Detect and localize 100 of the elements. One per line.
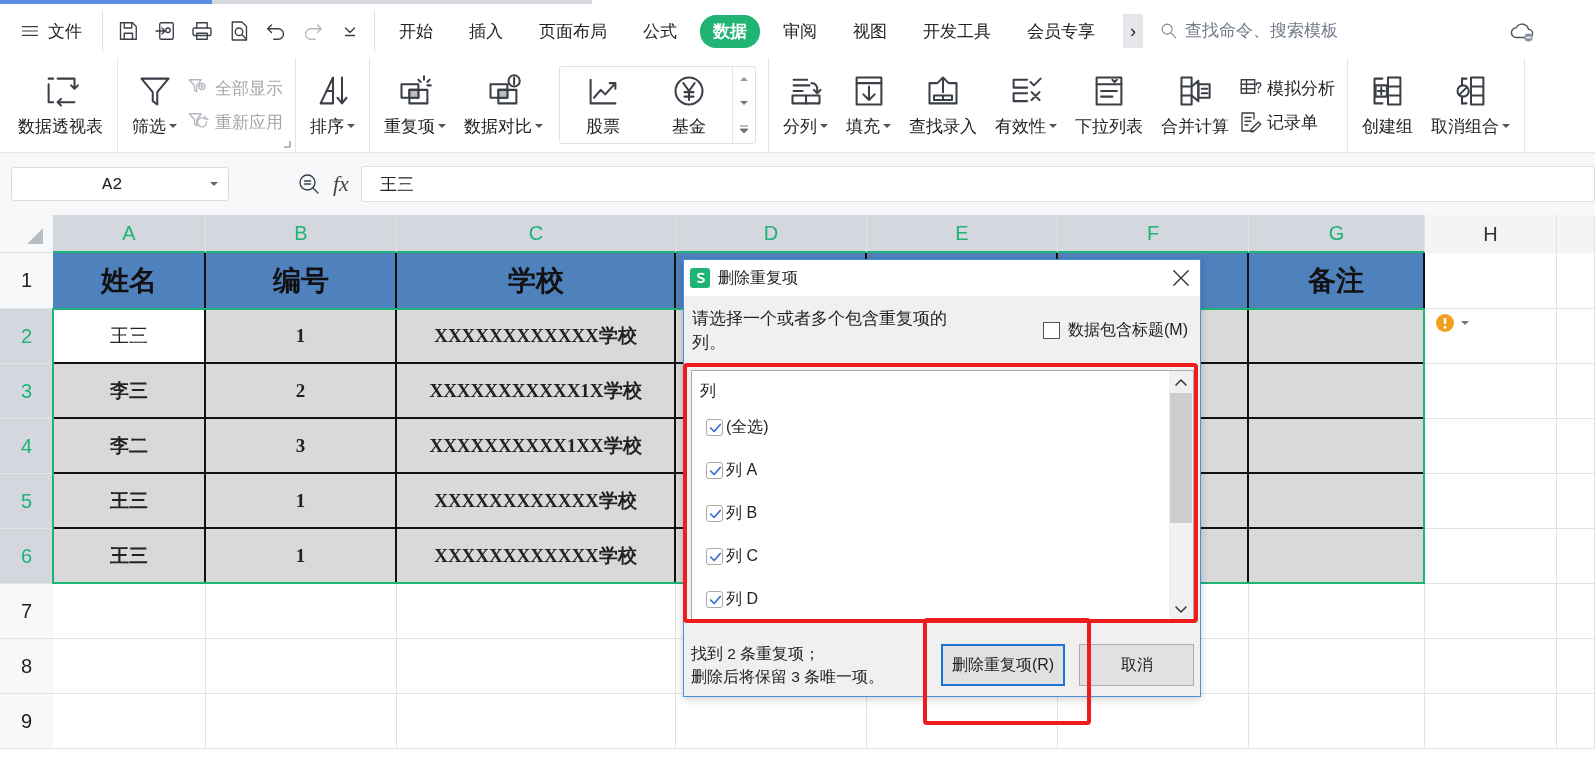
dropdown-caret-icon	[883, 124, 891, 128]
table-cell: 王三	[53, 474, 206, 529]
formula-field[interactable]: 王三	[360, 166, 1595, 202]
ribbon-button[interactable]: 合并计算	[1153, 58, 1237, 152]
header-cell: 编号	[206, 253, 397, 309]
column-header[interactable]: H	[1425, 215, 1557, 253]
scroll-up-icon[interactable]	[740, 76, 748, 83]
empty-cell	[1557, 529, 1595, 584]
ribbon-button[interactable]: 数据对比	[456, 58, 551, 152]
header-cell: 学校	[397, 253, 676, 309]
ribbon-button[interactable]: 查找录入	[901, 58, 985, 152]
table-cell: XXXXXXXXXXX1X学校	[397, 364, 676, 419]
dropdown-caret-icon	[535, 124, 543, 128]
table-cell: 3	[206, 419, 397, 474]
ribbon-tab[interactable]: 审阅	[770, 14, 830, 48]
close-button[interactable]	[1172, 269, 1190, 287]
dropdown-caret-icon	[169, 124, 177, 128]
table-cell: 1	[206, 474, 397, 529]
ribbon-tab[interactable]: 视图	[840, 14, 900, 48]
ribbon-button[interactable]: 模拟分析	[1239, 76, 1341, 100]
ribbon-button[interactable]: 有效性	[987, 58, 1065, 152]
status-text: 删除后将保留 3 条唯一项。	[691, 667, 886, 687]
print-icon[interactable]	[189, 19, 214, 43]
dropdown-caret-icon	[820, 124, 828, 128]
empty-cell	[1557, 694, 1595, 749]
scroll-down-icon	[1174, 603, 1188, 615]
app-logo-icon	[690, 268, 710, 288]
row-header[interactable]: 8	[0, 639, 53, 694]
dropdown-caret-icon	[1049, 124, 1057, 128]
ribbon-tab[interactable]: 开发工具	[910, 14, 1004, 48]
ribbon-button[interactable]: 记录单	[1239, 110, 1341, 134]
expand-gallery-icon[interactable]	[740, 124, 748, 134]
ribbon-button[interactable]: 取消组合	[1423, 58, 1518, 152]
ribbon-button[interactable]: 数据透视表	[10, 58, 111, 152]
cancel-button[interactable]: 取消	[1079, 644, 1194, 686]
ribbon-tab[interactable]: 开始	[386, 14, 446, 48]
header-cell: 备注	[1249, 253, 1425, 309]
column-checkbox[interactable]: 列 B	[700, 492, 1169, 536]
dropdown-caret-icon	[1502, 124, 1510, 128]
name-box[interactable]: A2	[11, 167, 229, 201]
dropdown-caret-icon	[438, 124, 446, 128]
header-cell: 姓名	[53, 253, 206, 309]
table-cell: 2	[206, 364, 397, 419]
remove-duplicates-button[interactable]: 删除重复项(R)	[941, 644, 1065, 686]
table-cell: 1	[206, 529, 397, 584]
search-field[interactable]: 查找命令、搜索模板	[1159, 20, 1479, 42]
table-cell: XXXXXXXXXXXX学校	[397, 529, 676, 584]
dropdown-caret-icon[interactable]	[210, 182, 218, 186]
ribbon-button[interactable]: 排序	[302, 58, 363, 152]
ribbon-tab[interactable]: 插入	[456, 14, 516, 48]
table-cell: 李三	[53, 364, 206, 419]
scrollbar[interactable]	[1169, 371, 1193, 621]
empty-cell	[1557, 639, 1595, 694]
ribbon-button[interactable]: 筛选	[124, 58, 185, 152]
function-label[interactable]: fx	[333, 171, 349, 197]
column-checkbox[interactable]: 列 C	[700, 535, 1169, 579]
gallery-item[interactable]: 股票	[560, 67, 646, 143]
empty-cell	[1557, 419, 1595, 474]
dropdown-caret-icon	[347, 124, 355, 128]
empty-cell	[1557, 584, 1595, 639]
row-header[interactable]: 1	[0, 253, 53, 309]
ribbon-button[interactable]: 填充	[838, 58, 899, 152]
ribbon-tab[interactable]: 公式	[630, 14, 690, 48]
ribbon-button[interactable]: 重复项	[376, 58, 454, 152]
ribbon-button[interactable]: 创建组	[1354, 58, 1421, 152]
table-cell: XXXXXXXXXX1XX学校	[397, 419, 676, 474]
column-checkbox[interactable]: (全选)	[700, 406, 1169, 450]
ribbon-button[interactable]: 下拉列表	[1067, 58, 1151, 152]
zoom-icon[interactable]	[297, 172, 321, 196]
list-header: 列	[700, 381, 717, 402]
export-icon[interactable]	[152, 19, 177, 43]
instruction-text: 请选择一个或者多个包含重复项的列。	[692, 308, 948, 353]
status-text: 找到 2 条重复项；	[691, 644, 822, 664]
ribbon-button[interactable]: 分列	[775, 58, 836, 152]
scroll-up-icon	[1174, 377, 1188, 389]
column-checkbox[interactable]: 列 D	[700, 578, 1169, 621]
table-cell: 1	[206, 309, 397, 364]
header-checkbox[interactable]: 数据包含标题(M)	[1043, 319, 1188, 341]
empty-cell	[1557, 364, 1595, 419]
empty-cell	[1557, 474, 1595, 529]
gallery-item[interactable]: 基金	[646, 67, 732, 143]
file-menu-button[interactable]: 文件	[20, 19, 96, 43]
column-checkbox[interactable]: 列 A	[700, 449, 1169, 493]
table-cell: XXXXXXXXXXXX学校	[397, 309, 676, 364]
row-header[interactable]: 9	[0, 694, 53, 749]
table-cell: XXXXXXXXXXXX学校	[397, 474, 676, 529]
table-cell: 王三	[53, 529, 206, 584]
search-icon	[1159, 21, 1179, 41]
row-header[interactable]: 7	[0, 584, 53, 639]
ribbon-tab[interactable]: 页面布局	[526, 14, 620, 48]
more-tabs-button[interactable]: ›	[1123, 14, 1143, 48]
dialog-title: 删除重复项	[718, 267, 799, 288]
scrollbar-thumb[interactable]	[1170, 393, 1192, 523]
table-cell: 李二	[53, 419, 206, 474]
dropdown-caret-icon[interactable]	[1461, 321, 1469, 325]
form-edit-icon	[1239, 110, 1263, 134]
close-icon	[1172, 269, 1190, 287]
scroll-down-icon[interactable]	[740, 100, 748, 107]
ribbon-tab[interactable]: 会员专享	[1014, 14, 1108, 48]
table-cell: 王三	[53, 309, 206, 364]
